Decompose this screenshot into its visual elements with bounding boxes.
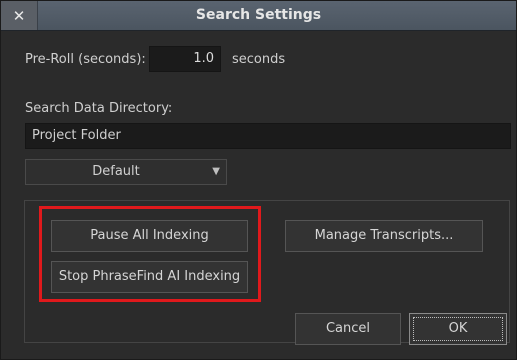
search-data-directory-field[interactable]: Project Folder xyxy=(25,123,511,149)
preroll-input[interactable]: 1.0 xyxy=(149,46,221,72)
preroll-unit-label: seconds xyxy=(232,52,286,67)
red-highlight-box xyxy=(39,206,261,302)
chevron-down-icon: ▼ xyxy=(212,166,220,177)
preroll-label: Pre-Roll (seconds): xyxy=(25,52,146,67)
ok-focus-ring xyxy=(413,317,503,341)
title-bar[interactable]: ✕ Search Settings xyxy=(1,1,516,31)
close-icon[interactable]: ✕ xyxy=(1,1,38,30)
dialog-title: Search Settings xyxy=(195,7,322,23)
search-data-directory-label: Search Data Directory: xyxy=(25,101,173,116)
cancel-button[interactable]: Cancel xyxy=(295,313,401,345)
dropdown-value: Default xyxy=(92,164,140,179)
ok-button[interactable]: OK xyxy=(409,313,507,345)
manage-transcripts-button[interactable]: Manage Transcripts... xyxy=(285,220,483,252)
directory-dropdown[interactable]: Default ▼ xyxy=(25,159,227,185)
search-settings-dialog: ✕ Search Settings Pre-Roll (seconds): 1.… xyxy=(0,0,517,360)
